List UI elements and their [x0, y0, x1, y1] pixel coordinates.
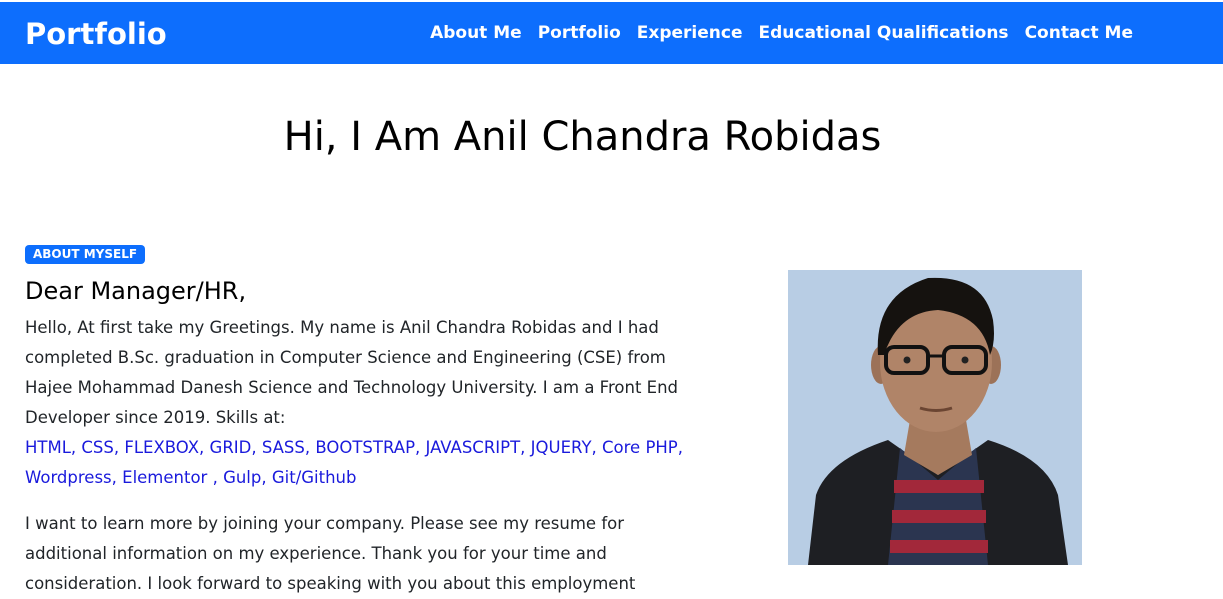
- nav-link-experience[interactable]: Experience: [637, 22, 743, 44]
- intro-text: Hello, At first take my Greetings. My na…: [25, 318, 679, 427]
- nav-link-portfolio[interactable]: Portfolio: [538, 22, 621, 44]
- profile-photo: [788, 270, 1082, 565]
- navbar: Portfolio About Me Portfolio Experience …: [0, 2, 1223, 64]
- nav-link-about-me[interactable]: About Me: [430, 22, 522, 44]
- nav-menu: About Me Portfolio Experience Educationa…: [430, 22, 1133, 44]
- about-myself-badge: ABOUT MYSELF: [25, 245, 146, 264]
- closing-paragraph: I want to learn more by joining your com…: [25, 514, 636, 593]
- nav-link-contact-me[interactable]: Contact Me: [1025, 22, 1133, 44]
- nav-link-educational-qualifications[interactable]: Educational Qualifications: [758, 22, 1008, 44]
- skills-list: HTML, CSS, FLEXBOX, GRID, SASS, BOOTSTRA…: [25, 438, 683, 487]
- greeting-heading: Dear Manager/HR,: [25, 277, 247, 305]
- hero-title: Hi, I Am Anil Chandra Robidas: [283, 114, 882, 160]
- intro-paragraph: Hello, At first take my Greetings. My na…: [25, 313, 685, 493]
- profile-photo-illustration: [788, 270, 1082, 565]
- brand-logo[interactable]: Portfolio: [25, 16, 167, 52]
